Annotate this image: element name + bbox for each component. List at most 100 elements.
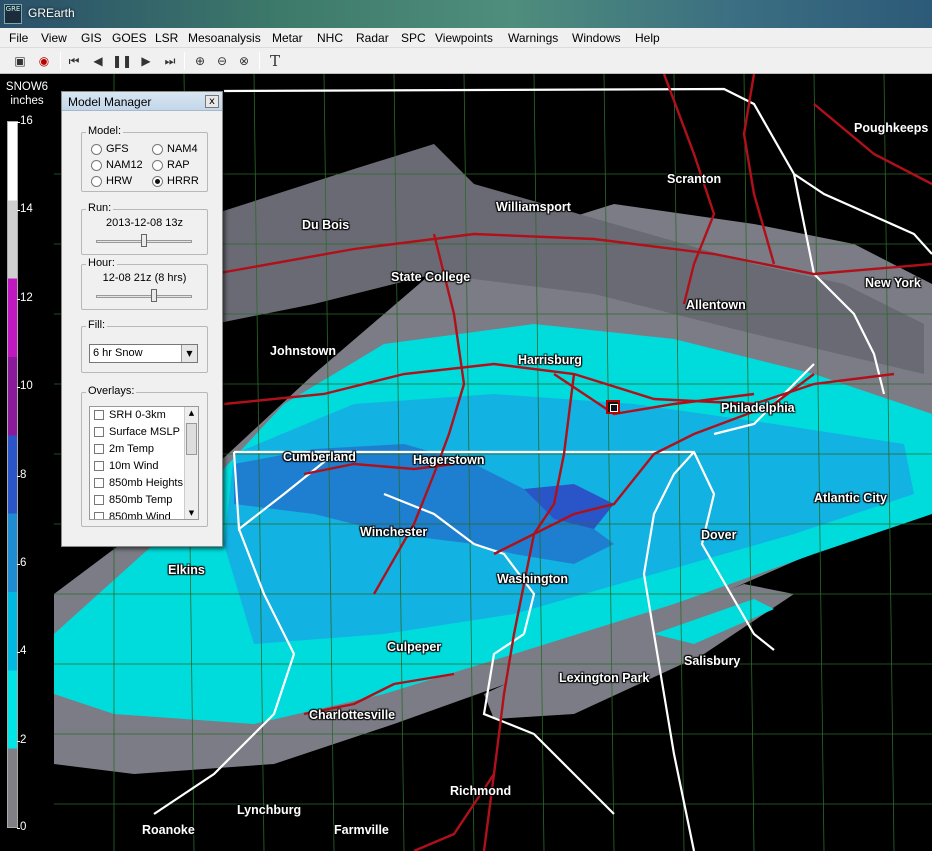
run-group: Run: 2013-12-08 13z bbox=[81, 202, 208, 255]
hour-slider[interactable] bbox=[96, 295, 192, 298]
skip-back-icon[interactable]: ⏮ bbox=[64, 52, 84, 70]
zoom-reset-icon[interactable]: ⊗ bbox=[234, 52, 254, 70]
menu-windows[interactable]: Windows bbox=[572, 31, 621, 45]
checkbox-icon[interactable] bbox=[94, 427, 104, 437]
location-marker-icon[interactable] bbox=[606, 400, 620, 414]
city-label: Philadelphia bbox=[721, 401, 795, 415]
toolbar-separator bbox=[259, 52, 260, 70]
legend-field: SNOW6 bbox=[5, 81, 49, 93]
overlay-label: 2m Temp bbox=[109, 443, 155, 455]
menu-view[interactable]: View bbox=[41, 31, 67, 45]
city-label: Elkins bbox=[168, 563, 205, 577]
legend-tick: 14 bbox=[17, 203, 33, 215]
city-label: Dover bbox=[701, 528, 737, 542]
radio-icon bbox=[152, 160, 163, 171]
model-manager-titlebar[interactable]: Model Manager x bbox=[62, 92, 222, 111]
city-label: State College bbox=[391, 270, 471, 284]
snow-legend: SNOW6 inches 16 14 12 10 8 6 4 2 0 bbox=[0, 74, 54, 851]
model-label: Model: bbox=[86, 125, 124, 137]
toolbar: ▣ ◉ ⏮ ◀ ❚❚ ▶ ⏭ ⊕ ⊖ ⊗ T bbox=[0, 48, 932, 74]
menu-nhc[interactable]: NHC bbox=[317, 31, 343, 45]
menu-file[interactable]: File bbox=[9, 31, 28, 45]
checkbox-icon[interactable] bbox=[94, 495, 104, 505]
overlays-scrollbar[interactable]: ▲ ▼ bbox=[184, 407, 198, 519]
city-label: Richmond bbox=[450, 784, 512, 798]
menu-gis[interactable]: GIS bbox=[81, 31, 102, 45]
fill-group: Fill: 6 hr Snow ▼ bbox=[81, 319, 208, 373]
text-tool-icon[interactable]: T bbox=[265, 52, 285, 70]
city-label: Atlantic City bbox=[814, 491, 887, 505]
menu-help[interactable]: Help bbox=[635, 31, 660, 45]
hour-value: 12-08 21z (8 hrs) bbox=[102, 272, 187, 284]
legend-units: inches bbox=[10, 95, 44, 107]
close-icon[interactable]: x bbox=[205, 95, 219, 108]
overlays-list[interactable]: SRH 0-3km Surface MSLP 2m Temp 10m Wind … bbox=[89, 406, 199, 520]
radio-icon bbox=[152, 144, 163, 155]
checkbox-icon[interactable] bbox=[94, 478, 104, 488]
overlay-label: 850mb Heights bbox=[109, 477, 183, 489]
city-label: Cumberland bbox=[283, 450, 356, 464]
pause-icon[interactable]: ❚❚ bbox=[112, 52, 132, 70]
skip-forward-icon[interactable]: ⏭ bbox=[160, 52, 180, 70]
legend-tick: 12 bbox=[17, 292, 33, 304]
menu-lsr[interactable]: LSR bbox=[155, 31, 178, 45]
menu-metar[interactable]: Metar bbox=[272, 31, 303, 45]
overlay-label: 10m Wind bbox=[109, 460, 159, 472]
toolbar-separator bbox=[60, 52, 61, 70]
city-label: Poughkeeps bbox=[854, 121, 929, 135]
checkbox-icon[interactable] bbox=[94, 512, 104, 519]
city-label: Allentown bbox=[686, 298, 746, 312]
radio-label: GFS bbox=[106, 143, 129, 155]
radio-icon bbox=[91, 160, 102, 171]
city-label: Lynchburg bbox=[237, 803, 302, 817]
menu-radar[interactable]: Radar bbox=[356, 31, 389, 45]
menu-spc[interactable]: SPC bbox=[401, 31, 426, 45]
overlay-label: 850mb Wind bbox=[109, 511, 171, 520]
overlay-label: SRH 0-3km bbox=[109, 409, 166, 421]
city-label: Hagerstown bbox=[413, 453, 485, 467]
run-slider-thumb[interactable] bbox=[141, 234, 147, 247]
chevron-down-icon[interactable]: ▼ bbox=[181, 345, 197, 362]
fill-select-value: 6 hr Snow bbox=[93, 347, 143, 359]
checkbox-icon[interactable] bbox=[94, 461, 104, 471]
menu-mesoanalysis[interactable]: Mesoanalysis bbox=[188, 31, 261, 45]
scroll-up-icon[interactable]: ▲ bbox=[185, 407, 198, 419]
fill-select[interactable]: 6 hr Snow ▼ bbox=[89, 344, 198, 363]
menu-viewpoints[interactable]: Viewpoints bbox=[435, 31, 493, 45]
radio-icon bbox=[91, 144, 102, 155]
city-label: Salisbury bbox=[684, 654, 741, 668]
zoom-out-icon[interactable]: ⊖ bbox=[212, 52, 232, 70]
step-back-icon[interactable]: ◀ bbox=[88, 52, 108, 70]
checkbox-icon[interactable] bbox=[94, 444, 104, 454]
run-value: 2013-12-08 13z bbox=[105, 217, 184, 229]
radar-icon[interactable]: ◉ bbox=[34, 52, 54, 70]
menu-warnings[interactable]: Warnings bbox=[508, 31, 558, 45]
scrollbar-thumb[interactable] bbox=[186, 423, 197, 455]
legend-tick: 6 bbox=[16, 557, 27, 569]
window-title: GREarth bbox=[28, 6, 75, 20]
zoom-in-icon[interactable]: ⊕ bbox=[190, 52, 210, 70]
city-label: Culpeper bbox=[387, 640, 442, 654]
menu-bar: File View GIS GOES LSR Mesoanalysis Meta… bbox=[0, 28, 932, 48]
city-label: Scranton bbox=[667, 172, 722, 186]
city-label: Williamsport bbox=[496, 200, 571, 214]
menu-goes[interactable]: GOES bbox=[112, 31, 147, 45]
layers-icon[interactable]: ▣ bbox=[10, 52, 30, 70]
hour-slider-thumb[interactable] bbox=[150, 289, 157, 302]
legend-tick: 2 bbox=[16, 734, 27, 746]
model-group: Model: GFS NAM4 NAM12 RAP HRW HRRR bbox=[81, 125, 208, 192]
legend-tick: 10 bbox=[17, 380, 33, 392]
toolbar-separator bbox=[184, 52, 185, 70]
city-label: Lexington Park bbox=[559, 671, 650, 685]
city-label: Farmville bbox=[334, 823, 389, 837]
overlay-label: 850mb Temp bbox=[109, 494, 173, 506]
scroll-down-icon[interactable]: ▼ bbox=[185, 507, 198, 519]
model-manager-panel: Model Manager x Model: GFS NAM4 NAM12 RA… bbox=[61, 91, 223, 547]
checkbox-icon[interactable] bbox=[94, 410, 104, 420]
radio-selected-icon bbox=[152, 176, 163, 187]
run-label: Run: bbox=[86, 202, 114, 214]
step-forward-icon[interactable]: ▶ bbox=[136, 52, 156, 70]
legend-tick: 0 bbox=[16, 821, 27, 833]
model-manager-title: Model Manager bbox=[68, 95, 152, 109]
radio-label: HRRR bbox=[167, 175, 199, 187]
